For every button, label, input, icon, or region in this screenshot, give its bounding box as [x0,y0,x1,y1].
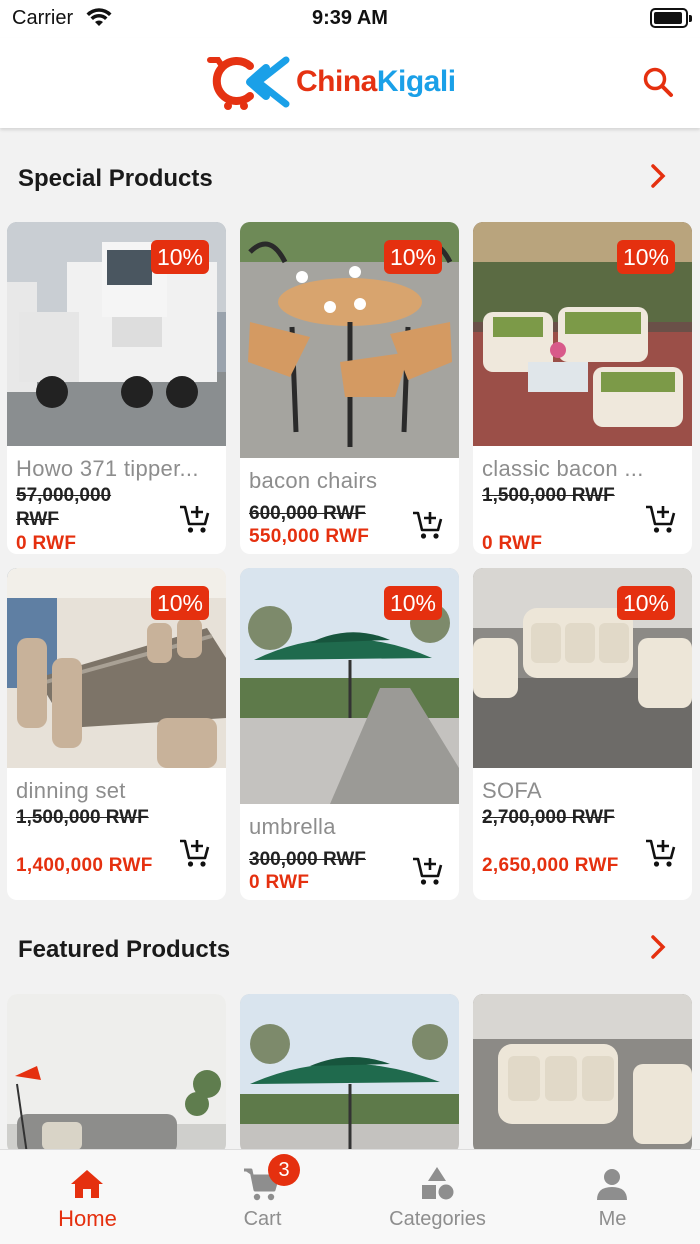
add-to-cart-icon[interactable] [178,502,212,536]
tab-categories-label: Categories [389,1208,486,1230]
product-card[interactable]: 10% bacon chairs 600,000 RWF 550,000 RWF [240,222,459,554]
product-card[interactable]: 10% dinning set 1,500,000 RWF 1,400,000 … [7,568,226,900]
discount-badge: 10% [383,586,442,620]
add-to-cart-icon[interactable] [644,502,678,536]
product-card[interactable]: 10% umbrella 300,000 RWF 0 RWF [240,568,459,900]
add-to-cart-icon[interactable] [644,836,678,870]
new-price: 0 RWF [249,872,310,893]
product-name: dinning set [16,778,126,803]
new-price: 550,000 RWF [249,526,370,547]
brand-logo[interactable]: ChinaKigali [206,52,456,112]
battery-icon [650,8,692,28]
product-name: classic bacon ... [482,456,644,481]
old-price: 1,500,000 RWF [482,485,615,506]
product-image [473,994,692,1154]
app-header: ChinaKigali [0,38,700,128]
tab-cart[interactable]: Cart [175,1150,350,1244]
chevron-right-icon[interactable] [646,162,670,190]
tab-me-label: Me [598,1208,627,1230]
product-image [7,994,226,1154]
person-icon [597,1169,627,1200]
tab-categories[interactable]: Categories [350,1150,525,1244]
old-price: 2,700,000 RWF [482,807,615,828]
section-title-featured: Featured Products [18,936,231,963]
featured-product-card[interactable] [7,994,226,1154]
product-name: umbrella [249,814,336,839]
product-image [240,994,459,1154]
discount-badge: 10% [383,240,442,274]
discount-badge: 10% [616,240,675,274]
product-card[interactable]: 10% Howo 371 tipper... 57,000,000 RWF 0 … [7,222,226,554]
discount-badge: 10% [616,586,675,620]
product-name: bacon chairs [249,468,378,493]
new-price: 0 RWF [482,533,543,554]
add-to-cart-icon[interactable] [178,836,212,870]
cart-count-badge: 3 [268,1154,300,1186]
old-price: 1,500,000 RWF [16,807,149,828]
product-card[interactable]: 10% SOFA 2,700,000 RWF 2,650,000 RWF [473,568,692,900]
tab-home[interactable]: Home [0,1150,175,1244]
status-bar: Carrier 9:39 AM [0,0,700,38]
tab-cart-label: Cart [243,1208,282,1230]
old-price: 57,000,000 RWF [16,485,112,530]
discount-badge: 10% [150,240,209,274]
new-price: 0 RWF [16,533,77,554]
section-title-special: Special Products [18,165,213,192]
logo-cart-icon [207,56,290,110]
brand-name-part2: Kigali [376,65,456,98]
home-icon [71,1170,103,1198]
new-price: 2,650,000 RWF [482,855,619,876]
brand-name-part1: China [296,65,377,98]
status-time: 9:39 AM [312,7,388,29]
product-card[interactable]: 10% classic bacon ... 1,500,000 RWF 0 RW… [473,222,692,554]
brand-name: ChinaKigali [296,65,456,99]
bottom-tab-bar: Home Cart Categories Me [0,1149,700,1244]
chevron-right-icon[interactable] [646,933,670,961]
old-price: 600,000 RWF [249,503,366,524]
add-to-cart-icon[interactable] [411,854,445,888]
product-name: SOFA [482,778,542,803]
old-price: 300,000 RWF [249,849,366,870]
featured-product-card[interactable] [473,994,692,1154]
discount-badge: 10% [150,586,209,620]
tab-me[interactable]: Me [525,1150,700,1244]
search-icon[interactable] [640,64,676,100]
tab-home-label: Home [58,1206,117,1231]
categories-icon [422,1167,454,1200]
product-name: Howo 371 tipper... [16,456,199,481]
featured-product-card[interactable] [240,994,459,1154]
new-price: 1,400,000 RWF [16,855,153,876]
add-to-cart-icon[interactable] [411,508,445,542]
